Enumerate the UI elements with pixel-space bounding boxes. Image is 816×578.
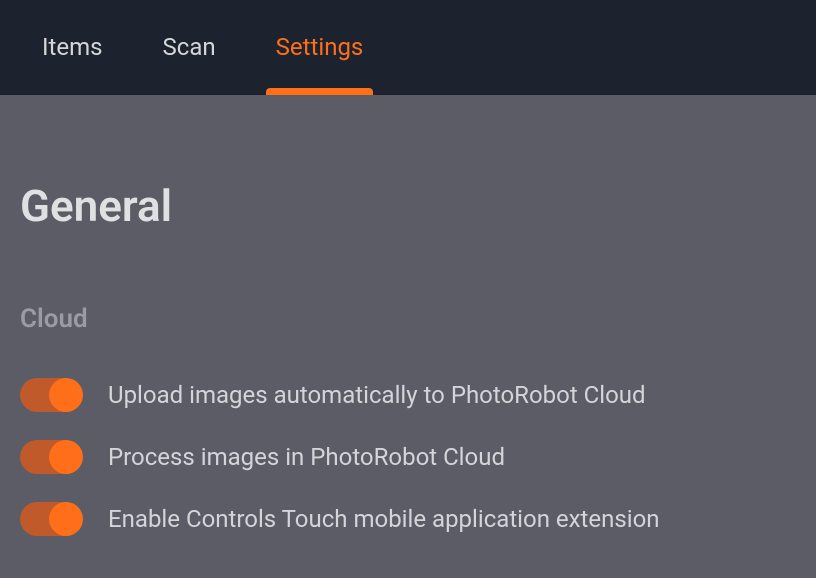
toggle-process[interactable]	[20, 440, 82, 474]
tab-settings[interactable]: Settings	[276, 0, 364, 95]
toggle-row-touch: Enable Controls Touch mobile application…	[20, 502, 796, 536]
toggle-touch-label: Enable Controls Touch mobile application…	[108, 505, 660, 533]
page-title: General	[20, 180, 796, 232]
toggle-knob	[49, 502, 83, 536]
toggle-process-label: Process images in PhotoRobot Cloud	[108, 443, 505, 471]
settings-content: General Cloud Upload images automaticall…	[0, 95, 816, 536]
toggle-knob	[49, 440, 83, 474]
toggle-row-upload: Upload images automatically to PhotoRobo…	[20, 378, 796, 412]
section-cloud-title: Cloud	[20, 304, 796, 334]
tab-scan[interactable]: Scan	[163, 0, 216, 95]
tab-items[interactable]: Items	[42, 0, 103, 95]
toggle-row-process: Process images in PhotoRobot Cloud	[20, 440, 796, 474]
toggle-upload-label: Upload images automatically to PhotoRobo…	[108, 381, 646, 409]
toggle-touch[interactable]	[20, 502, 82, 536]
toggle-upload[interactable]	[20, 378, 82, 412]
toggle-knob	[49, 378, 83, 412]
tab-bar: Items Scan Settings	[0, 0, 816, 95]
